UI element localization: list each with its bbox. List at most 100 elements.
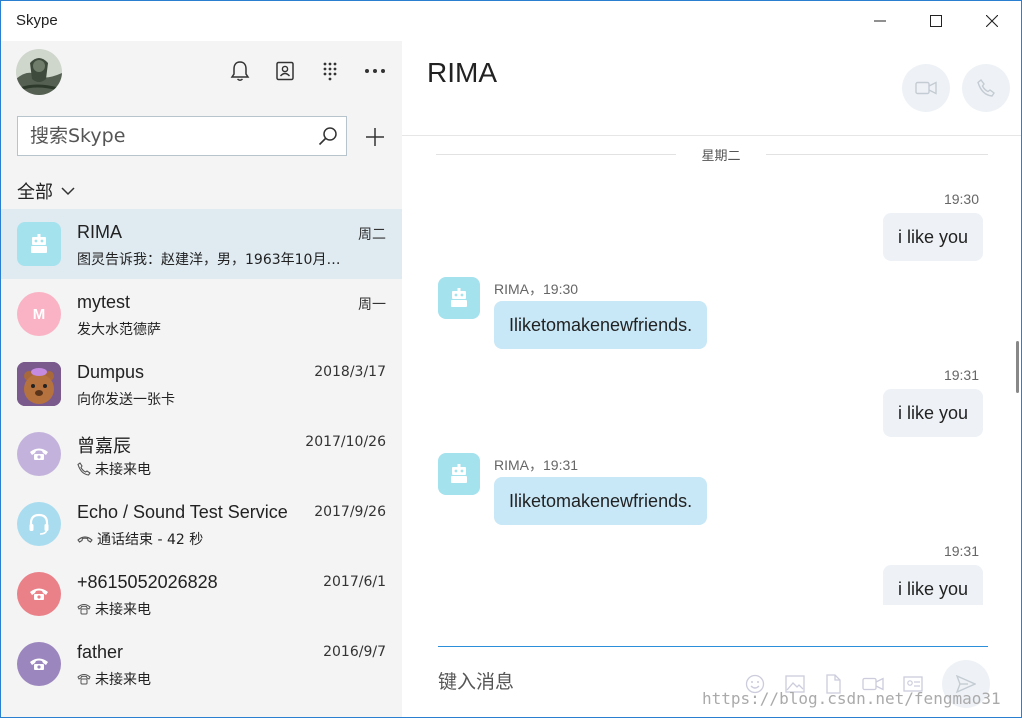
conversation-item[interactable]: +8615052026828 2017/6/1 未接来电 xyxy=(1,559,402,629)
close-icon xyxy=(986,15,998,27)
avatar xyxy=(17,642,61,686)
notifications-button[interactable] xyxy=(228,59,252,83)
video-call-button[interactable] xyxy=(902,64,950,112)
preview-text: 未接来电 xyxy=(95,602,151,618)
preview-text: 向你发送一张卡 xyxy=(77,392,175,408)
conversation-date: 2017/9/26 xyxy=(314,504,386,520)
conversation-preview: 未接来电 xyxy=(77,599,352,619)
maximize-button[interactable] xyxy=(908,1,964,41)
header-divider xyxy=(402,135,1021,136)
conversation-name: Echo / Sound Test Service xyxy=(77,502,288,522)
preview-text: 发大水范德萨 xyxy=(77,322,161,338)
preview-text: 未接来电 xyxy=(95,462,151,478)
conversation-date: 2016/9/7 xyxy=(323,644,386,660)
conversation-item[interactable]: Echo / Sound Test Service 2017/9/26 通话结束… xyxy=(1,489,402,559)
preview-text: 图灵告诉我：赵建洋，男，1963年10月… xyxy=(77,252,341,268)
conversation-preview: 通话结束 - 42 秒 xyxy=(77,529,352,549)
sender-avatar xyxy=(438,453,480,495)
conversation-item[interactable]: father 2016/9/7 未接来电 xyxy=(1,629,402,699)
missed-call-icon xyxy=(77,462,91,476)
message-clip: i like you xyxy=(402,561,1021,605)
profile-picture-icon xyxy=(16,49,62,95)
conversation-item[interactable]: 曾嘉辰 2017/10/26 未接来电 xyxy=(1,419,402,489)
preview-text: 通话结束 - 42 秒 xyxy=(97,532,204,548)
maximize-icon xyxy=(930,15,942,27)
search-input[interactable] xyxy=(30,124,310,148)
preview-text: 未接来电 xyxy=(95,672,151,688)
conversation-item[interactable]: RIMA 周二 图灵告诉我：赵建洋，男，1963年10月… xyxy=(1,209,402,279)
more-options-button[interactable] xyxy=(363,59,387,83)
day-label: 星期二 xyxy=(701,149,741,164)
search-icon[interactable] xyxy=(318,126,338,146)
call-ended-icon xyxy=(77,536,93,543)
dumpus-bear-icon xyxy=(17,362,61,406)
dialpad-icon xyxy=(323,62,337,81)
message-meta: RIMA，19:30 xyxy=(494,281,579,297)
missed-call-icon xyxy=(77,604,91,615)
conversation-item[interactable]: Dumpus 2018/3/17 向你发送一张卡 xyxy=(1,349,402,419)
headset-icon xyxy=(29,513,49,535)
outgoing-message[interactable]: i like you xyxy=(882,213,983,261)
conversation-date: 2017/10/26 xyxy=(305,434,386,450)
scrollbar-thumb[interactable] xyxy=(1016,341,1019,393)
phone-icon xyxy=(977,79,995,97)
phone-icon xyxy=(30,658,48,670)
conversation-name: RIMA xyxy=(77,222,122,242)
avatar: M xyxy=(17,292,61,336)
filter-dropdown[interactable]: 全部 xyxy=(17,178,75,204)
phone-icon xyxy=(30,588,48,600)
conversation-preview: 未接来电 xyxy=(77,669,352,689)
incoming-message[interactable]: Iliketomakenewfriends. xyxy=(494,301,708,349)
avatar xyxy=(17,362,61,406)
title-bar: Skype xyxy=(1,1,1021,41)
outgoing-message[interactable]: i like you xyxy=(882,565,983,605)
outgoing-message[interactable]: i like you xyxy=(882,389,983,437)
conversation-item[interactable]: M mytest 周一 发大水范德萨 xyxy=(1,279,402,349)
dialpad-button[interactable] xyxy=(318,59,342,83)
day-separator: 星期二 xyxy=(436,145,988,164)
conversation-date: 周一 xyxy=(358,297,386,313)
conversation-date: 周二 xyxy=(358,227,386,243)
separator-line xyxy=(436,154,676,155)
contacts-icon xyxy=(276,61,294,81)
new-chat-button[interactable] xyxy=(363,125,387,149)
message-input[interactable] xyxy=(438,667,728,697)
audio-call-button[interactable] xyxy=(962,64,1010,112)
sender-avatar xyxy=(438,277,480,319)
message-time: 19:31 xyxy=(943,367,979,383)
message-meta: RIMA，19:31 xyxy=(494,457,579,473)
bot-icon xyxy=(31,234,47,253)
conversation-name: 曾嘉辰 xyxy=(77,436,131,456)
chat-pane: RIMA 星期二 19:30 i like you RIMA，19:30 Ili… xyxy=(402,41,1021,717)
conversation-preview: 图灵告诉我：赵建洋，男，1963年10月… xyxy=(77,249,352,269)
conversation-date: 2017/6/1 xyxy=(323,574,386,590)
compose-underline xyxy=(438,646,988,647)
conversation-name: father xyxy=(77,642,124,662)
conversation-name: Dumpus xyxy=(77,362,145,382)
bot-icon xyxy=(451,288,467,307)
conversation-preview: 未接来电 xyxy=(77,459,352,479)
conversation-name: mytest xyxy=(77,292,131,312)
chat-title: RIMA xyxy=(427,57,497,88)
my-avatar[interactable] xyxy=(16,49,62,95)
avatar xyxy=(17,432,61,476)
chevron-down-icon xyxy=(61,186,75,195)
avatar xyxy=(17,572,61,616)
app-title: Skype xyxy=(16,12,58,29)
skype-window: Skype 搜索Skype 全部 RIMA 周二 图灵告诉我：赵建洋，男，196… xyxy=(0,0,1022,718)
video-camera-icon xyxy=(915,81,937,95)
conversation-date: 2018/3/17 xyxy=(314,364,386,380)
search-box[interactable] xyxy=(17,116,347,156)
sidebar: 全部 RIMA 周二 图灵告诉我：赵建洋，男，1963年10月… M mytes… xyxy=(1,41,402,717)
filter-label: 全部 xyxy=(17,182,53,203)
bell-icon xyxy=(230,61,250,81)
conversation-preview: 向你发送一张卡 xyxy=(77,389,352,409)
incoming-message[interactable]: Iliketomakenewfriends. xyxy=(494,477,708,525)
contacts-button[interactable] xyxy=(273,59,297,83)
close-button[interactable] xyxy=(964,1,1020,41)
avatar xyxy=(17,222,61,266)
conversation-name: +8615052026828 xyxy=(77,572,218,592)
phone-icon xyxy=(30,448,48,460)
more-icon xyxy=(365,69,385,73)
minimize-button[interactable] xyxy=(852,1,908,41)
